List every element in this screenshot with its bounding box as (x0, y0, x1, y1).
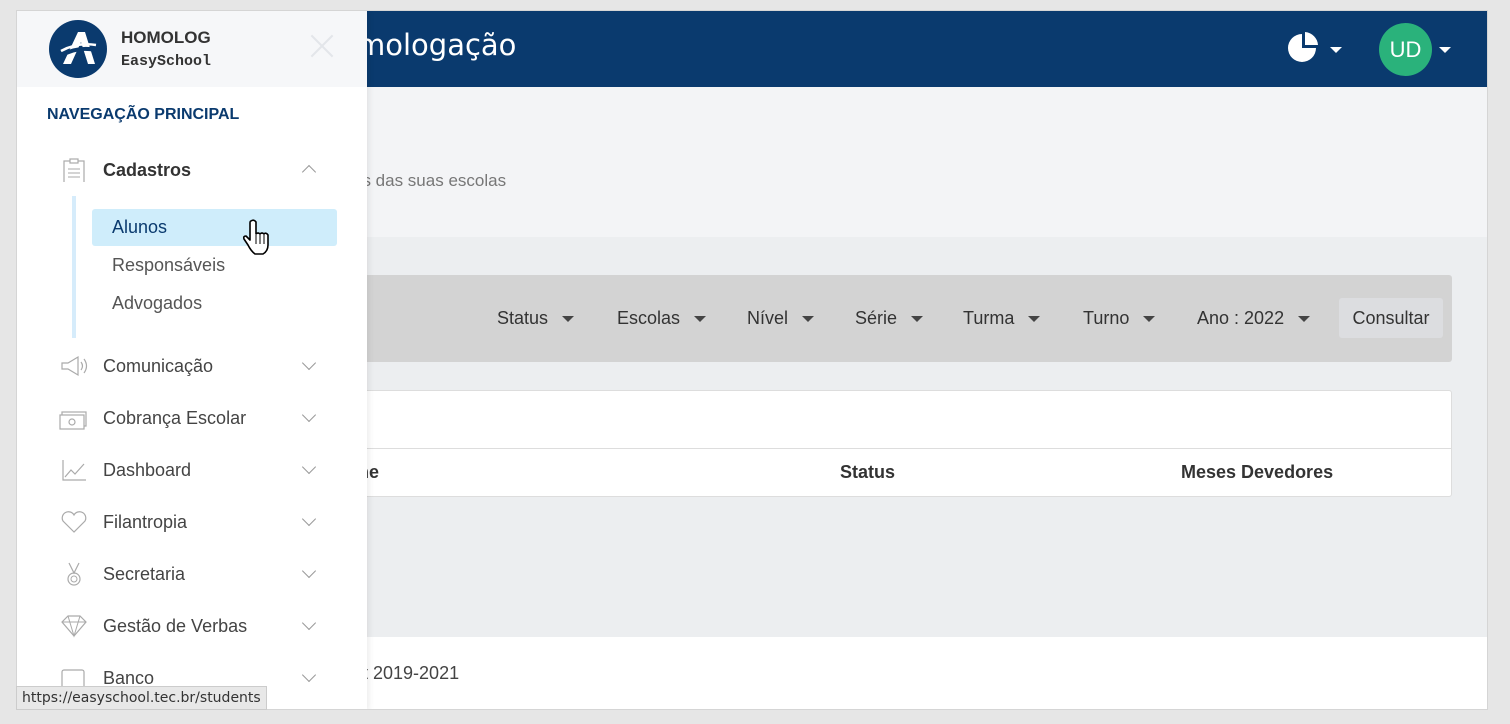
sidebar-item-label: Cobrança Escolar (103, 408, 247, 428)
column-header-meses-devedores[interactable]: Meses Devedores (1181, 462, 1333, 483)
pie-chart-icon[interactable] (1285, 31, 1319, 65)
heart-icon (61, 511, 87, 533)
filter-turno-label: Turno (1083, 308, 1130, 328)
subitem-alunos[interactable]: Alunos (92, 209, 337, 246)
filter-serie[interactable]: Série (855, 308, 924, 329)
subnav-indicator (72, 196, 76, 338)
chart-menu-caret-icon[interactable] (1330, 47, 1342, 53)
chevron-down-icon (911, 315, 924, 322)
page-header-title: mologação (357, 28, 517, 62)
chevron-down-icon (562, 315, 575, 322)
sidebar-item-dashboard[interactable]: Dashboard (17, 450, 367, 490)
filter-status-label: Status (497, 308, 549, 328)
diamond-icon (61, 615, 87, 638)
chevron-down-icon (1028, 315, 1041, 322)
footer-copyright: ht 2019-2021 (353, 663, 460, 683)
chevron-down-icon (301, 355, 317, 371)
sidebar-item-label: Dashboard (103, 460, 192, 480)
sidebar-item-label: Gestão de Verbas (103, 616, 248, 636)
sidebar-item-label: Cadastros (103, 160, 192, 180)
sidebar-item-secretaria[interactable]: Secretaria (17, 554, 367, 594)
chevron-down-icon (802, 315, 815, 322)
nav-section-title: NAVEGAÇÃO PRINCIPAL (47, 106, 240, 123)
clipboard-icon (63, 158, 85, 182)
brand-name: HOMOLOG (121, 28, 211, 47)
sidebar-item-cadastros[interactable]: Cadastros (17, 150, 367, 190)
filter-status[interactable]: Status (497, 308, 575, 329)
sidebar-item-label: Secretaria (103, 564, 186, 584)
sidebar-item-label: Comunicação (103, 356, 214, 376)
chevron-down-icon (301, 407, 317, 423)
results-table: ne Status Meses Devedores (353, 390, 1452, 497)
close-icon[interactable] (309, 33, 335, 59)
sidebar-item-gestao-de-verbas[interactable]: Gestão de Verbas (17, 606, 367, 646)
filter-escolas[interactable]: Escolas (617, 308, 707, 329)
easyschool-logo[interactable] (49, 20, 107, 78)
subitem-advogados[interactable]: Advogados (92, 285, 337, 322)
filter-escolas-label: Escolas (617, 308, 681, 328)
money-icon (59, 411, 87, 430)
chevron-down-icon (1143, 315, 1156, 322)
filter-turma[interactable]: Turma (963, 308, 1041, 329)
brand-product: EasySchool (121, 53, 212, 70)
chevron-down-icon (694, 315, 707, 322)
browser-status-url: https://easyschool.tec.br/students (16, 686, 267, 710)
chevron-down-icon (301, 615, 317, 631)
filter-nivel[interactable]: Nível (747, 308, 815, 329)
megaphone-icon (61, 355, 88, 377)
sidebar-header: HOMOLOG EasySchool (17, 11, 367, 87)
sidebar-item-cobranca-escolar[interactable]: Cobrança Escolar (17, 398, 367, 438)
sidebar: HOMOLOG EasySchool NAVEGAÇÃO PRINCIPAL C… (17, 11, 367, 709)
sidebar-item-filantropia[interactable]: Filantropia (17, 502, 367, 542)
medal-icon (67, 562, 81, 586)
page-subtitle: os das suas escolas (353, 171, 507, 190)
chevron-down-icon (1298, 315, 1311, 322)
sidebar-item-label: Filantropia (103, 512, 188, 532)
user-menu-caret-icon[interactable] (1439, 47, 1451, 53)
subitem-responsaveis[interactable]: Responsáveis (92, 247, 337, 284)
chevron-down-icon (301, 511, 317, 527)
app-window: mologação UD os das suas escolas Status … (16, 10, 1488, 710)
user-avatar[interactable]: UD (1379, 23, 1432, 76)
filter-ano-label: Ano : 2022 (1197, 308, 1285, 328)
filter-turno[interactable]: Turno (1083, 308, 1156, 329)
sidebar-item-comunicacao[interactable]: Comunicação (17, 346, 367, 386)
filter-turma-label: Turma (963, 308, 1015, 328)
hand-cursor-icon (242, 219, 269, 255)
chevron-down-icon (301, 667, 317, 683)
filter-ano[interactable]: Ano : 2022 (1197, 308, 1311, 329)
filter-nivel-label: Nível (747, 308, 789, 328)
consultar-button[interactable]: Consultar (1339, 298, 1443, 338)
column-header-status[interactable]: Status (840, 462, 895, 483)
chevron-down-icon (301, 459, 317, 475)
chevron-down-icon (301, 563, 317, 579)
chart-line-icon (62, 460, 86, 481)
table-divider (354, 448, 1451, 449)
filter-serie-label: Série (855, 308, 898, 328)
chevron-up-icon (301, 164, 317, 180)
